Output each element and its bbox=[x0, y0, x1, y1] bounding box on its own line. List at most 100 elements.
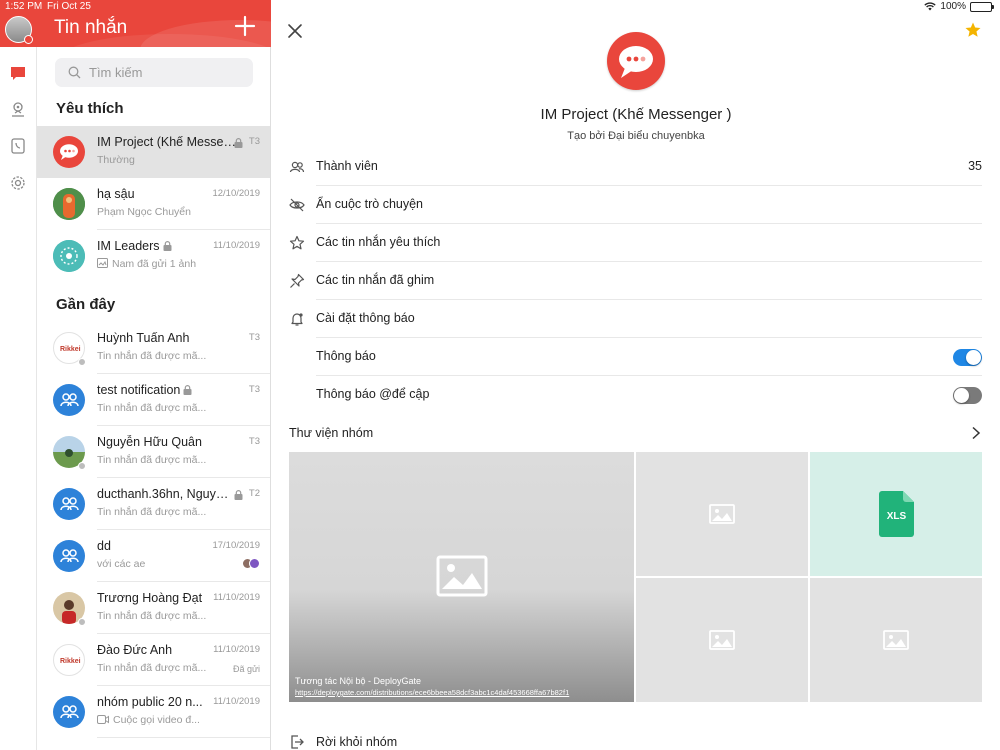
gallery-item-link-preview[interactable]: Tương tác Nội bộ - DeployGate https://de… bbox=[289, 452, 634, 702]
conversation-preview: với các ae bbox=[97, 558, 146, 570]
group-avatar bbox=[53, 240, 85, 272]
battery-icon bbox=[970, 1, 994, 12]
conversation-item[interactable]: Rikkei Đào Đức Anh 11/10/2019 Tin nhắn đ… bbox=[37, 634, 270, 686]
group-detail-panel: IM Project (Khế Messenger ) Tạo bởi Đại … bbox=[272, 0, 1000, 750]
lock-icon bbox=[183, 385, 192, 395]
conversation-time: 11/10/2019 bbox=[213, 696, 260, 707]
favorite-messages-row[interactable]: Các tin nhắn yêu thích bbox=[272, 224, 982, 262]
user-avatar bbox=[53, 188, 85, 220]
members-label: Thành viên bbox=[316, 159, 378, 173]
favorites-section-title: Yêu thích bbox=[56, 100, 124, 117]
group-avatar bbox=[53, 488, 85, 520]
conversation-item[interactable]: Trương Hoàng Đạt 11/10/2019 Tin nhắn đã … bbox=[37, 582, 270, 634]
status-date: Fri Oct 25 bbox=[47, 1, 91, 12]
conversation-preview: Tin nhắn đã được mã... bbox=[97, 350, 207, 362]
conversation-name: IM Project (Khế Messenger ) bbox=[97, 135, 237, 149]
members-count: 35 bbox=[968, 159, 982, 173]
xls-label: XLS bbox=[886, 511, 907, 522]
gallery-link[interactable]: https://deploygate.com/distributions/ece… bbox=[295, 688, 569, 697]
group-avatar bbox=[53, 384, 85, 416]
conversation-item[interactable]: nhóm public 20 n... 11/10/2019 Cuộc gọi … bbox=[37, 686, 270, 738]
conversation-item[interactable]: Nguyễn Hữu Quân T3 Tin nhắn đã được mã..… bbox=[37, 426, 270, 478]
search-bar[interactable] bbox=[55, 58, 253, 87]
chevron-right-icon[interactable] bbox=[970, 426, 982, 440]
gallery-caption: Tương tác Nội bộ - DeployGate bbox=[295, 676, 421, 686]
conversation-list: Yêu thích IM Project (Khế Messenger ) T3… bbox=[37, 47, 271, 750]
offline-status-dot bbox=[78, 618, 86, 626]
conversation-item[interactable]: Rikkei Huỳnh Tuấn Anh T3 Tin nhắn đã đượ… bbox=[37, 322, 270, 374]
recent-section-title: Gần đây bbox=[56, 296, 116, 313]
image-icon bbox=[97, 258, 108, 268]
conversation-time: 11/10/2019 bbox=[213, 644, 260, 655]
hide-conversation-label: Ẩn cuộc trò chuyện bbox=[316, 197, 424, 211]
lock-icon bbox=[234, 138, 243, 148]
group-creator: Tạo bởi Đại biểu chuyenbka bbox=[567, 130, 705, 142]
members-icon bbox=[289, 161, 305, 173]
new-message-plus-icon[interactable] bbox=[233, 14, 257, 38]
settings-icon[interactable] bbox=[9, 174, 27, 192]
notification-settings-row[interactable]: Cài đặt thông báo bbox=[272, 300, 982, 338]
svg-text:Rikkei: Rikkei bbox=[60, 346, 81, 353]
conversation-time: 12/10/2019 bbox=[212, 188, 260, 199]
search-input[interactable] bbox=[89, 62, 239, 83]
conversation-name: ducthanh.36hn, Nguyễn... bbox=[97, 487, 232, 501]
group-avatar bbox=[53, 136, 85, 168]
conversation-item[interactable]: ducthanh.36hn, Nguyễn... T2 Tin nhắn đã … bbox=[37, 478, 270, 530]
status-time: 1:52 PM bbox=[5, 1, 43, 12]
conversation-time: T3 bbox=[248, 136, 260, 147]
offline-status-dot bbox=[78, 462, 86, 470]
group-library-gallery: Tương tác Nội bộ - DeployGate https://de… bbox=[289, 452, 982, 702]
members-row[interactable]: Thành viên 35 bbox=[272, 148, 982, 186]
read-receipt-avatars bbox=[242, 558, 260, 570]
star-icon[interactable] bbox=[964, 21, 982, 39]
sent-status: Đã gửi bbox=[232, 664, 260, 674]
conversation-preview: Cuộc gọi video đ... bbox=[97, 714, 209, 726]
chat-icon[interactable] bbox=[9, 65, 27, 83]
contacts-map-icon[interactable] bbox=[9, 100, 27, 118]
conversation-item[interactable]: IM Project (Khế Messenger ) T3 Thường bbox=[37, 126, 270, 178]
online-status-dot bbox=[24, 35, 33, 44]
conversation-preview: Phạm Ngọc Chuyển bbox=[97, 206, 191, 218]
conversation-preview: Tin nhắn đã được mã... bbox=[97, 454, 207, 466]
conversation-name: test notification bbox=[97, 383, 237, 397]
video-call-icon bbox=[97, 715, 109, 724]
star-outline-icon bbox=[289, 235, 305, 250]
conversation-name: Huỳnh Tuấn Anh bbox=[97, 331, 190, 345]
offline-status-dot bbox=[78, 358, 86, 366]
navigation-rail bbox=[0, 47, 37, 750]
gallery-item-image[interactable] bbox=[636, 578, 808, 702]
mention-notification-toggle[interactable] bbox=[953, 387, 982, 404]
gallery-item-file[interactable]: XLS bbox=[810, 452, 982, 576]
xls-file-icon: XLS bbox=[879, 491, 914, 537]
phonebook-icon[interactable] bbox=[9, 137, 27, 155]
mention-toggle-row: Thông báo @để cập bbox=[272, 376, 982, 414]
conversation-preview: Tin nhắn đã được mã... bbox=[97, 662, 207, 674]
notification-toggle[interactable] bbox=[953, 349, 982, 366]
pinned-messages-row[interactable]: Các tin nhắn đã ghim bbox=[272, 262, 982, 300]
conversation-preview: Thường bbox=[97, 154, 135, 166]
leave-group-row[interactable]: Rời khỏi nhóm bbox=[272, 724, 982, 750]
user-avatar[interactable] bbox=[5, 16, 33, 44]
conversation-preview: Tin nhắn đã được mã... bbox=[97, 506, 207, 518]
notification-settings-label: Cài đặt thông báo bbox=[316, 311, 415, 325]
close-icon[interactable] bbox=[286, 22, 304, 40]
image-placeholder-icon bbox=[709, 504, 735, 524]
eye-off-icon bbox=[289, 198, 305, 212]
conversation-item[interactable]: test notification T3 Tin nhắn đã được mã… bbox=[37, 374, 270, 426]
notification-label: Thông báo bbox=[316, 349, 376, 363]
conversation-item[interactable]: dd 17/10/2019 với các ae bbox=[37, 530, 270, 582]
group-library-title[interactable]: Thư viện nhóm bbox=[289, 426, 373, 440]
conversation-time: 11/10/2019 bbox=[213, 240, 260, 251]
conversation-item[interactable]: IM Leaders 11/10/2019 Nam đã gửi 1 ảnh bbox=[37, 230, 270, 282]
gallery-item-image[interactable] bbox=[810, 578, 982, 702]
favorite-messages-label: Các tin nhắn yêu thích bbox=[316, 235, 441, 249]
conversation-item[interactable]: hạ sậu 12/10/2019 Phạm Ngọc Chuyển bbox=[37, 178, 270, 230]
conversation-preview: Tin nhắn đã được mã... bbox=[97, 610, 207, 622]
search-icon bbox=[68, 66, 81, 79]
image-placeholder-icon bbox=[436, 555, 487, 597]
gallery-item-image[interactable] bbox=[636, 452, 808, 576]
notification-toggle-row: Thông báo bbox=[272, 338, 982, 376]
hide-conversation-row[interactable]: Ẩn cuộc trò chuyện bbox=[272, 186, 982, 224]
sidebar-title: Tin nhắn bbox=[54, 17, 128, 38]
lock-icon bbox=[234, 490, 243, 500]
